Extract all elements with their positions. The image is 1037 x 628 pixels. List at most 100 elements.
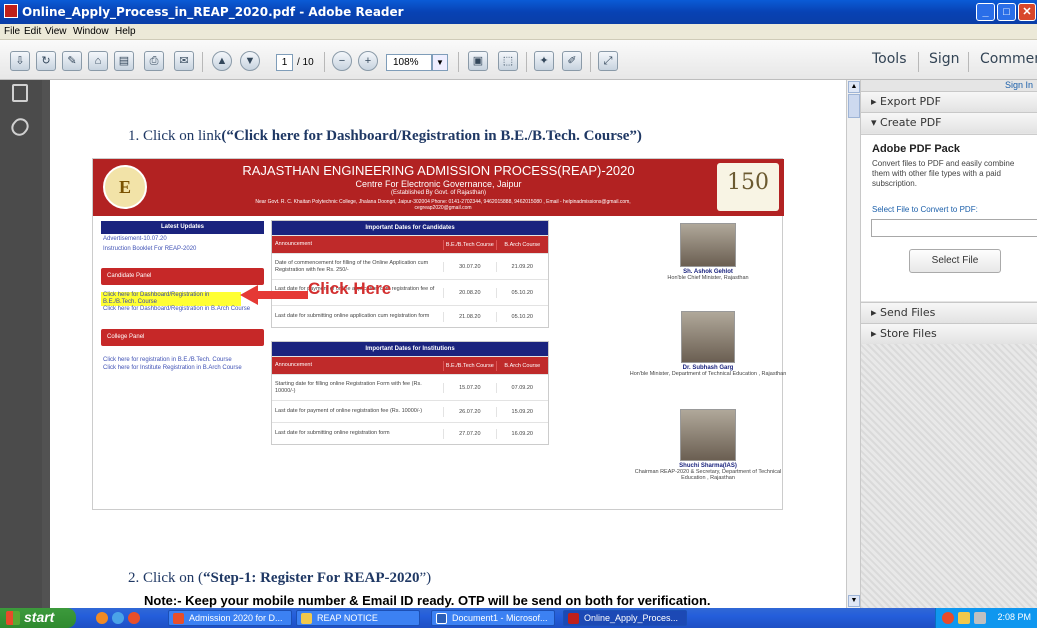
person-photo bbox=[680, 409, 736, 461]
windows-logo-icon bbox=[6, 611, 20, 625]
step-1-instruction: 1. Click on link(“Click here for Dashboa… bbox=[128, 128, 642, 145]
close-button[interactable]: ✕ bbox=[1018, 3, 1036, 21]
tools-button[interactable]: Tools bbox=[872, 51, 907, 67]
zoom-dropdown-icon[interactable]: ▼ bbox=[432, 54, 448, 71]
highlight-icon[interactable]: ✐ bbox=[562, 51, 582, 71]
scroll-down-icon[interactable]: ▼ bbox=[848, 595, 860, 607]
clock[interactable]: 2:08 PM bbox=[997, 612, 1031, 622]
share-icon[interactable]: ⌂ bbox=[88, 51, 108, 71]
maximize-button[interactable]: □ bbox=[997, 3, 1016, 21]
college-registration-link: Click here for registration in B.E./B.Te… bbox=[103, 357, 232, 363]
select-file-button[interactable]: Select File bbox=[909, 249, 1001, 273]
print-icon[interactable]: ⎙ bbox=[144, 51, 164, 71]
minimize-button[interactable]: _ bbox=[976, 3, 995, 21]
click-here-annotation: Click Here bbox=[308, 279, 392, 298]
network-icon[interactable] bbox=[958, 612, 970, 624]
table-header-row: Announcement B.E./B.Tech Course B.Arch C… bbox=[272, 356, 548, 374]
create-pdf-section[interactable]: ▾ Create PDF bbox=[861, 112, 1037, 133]
save-icon[interactable]: ▤ bbox=[114, 51, 134, 71]
toolbar-separator bbox=[458, 52, 459, 72]
file-input[interactable] bbox=[871, 219, 1037, 237]
update-link: Advertisement-10.07.20 bbox=[103, 236, 167, 242]
step-2-suffix: ”) bbox=[419, 570, 432, 586]
table-row: Last date for submitting online applicat… bbox=[272, 305, 548, 327]
menu-window[interactable]: Window bbox=[73, 26, 109, 37]
menu-help[interactable]: Help bbox=[115, 26, 136, 37]
zoom-in-icon[interactable]: + bbox=[358, 51, 378, 71]
fit-width-icon[interactable]: ⬚ bbox=[498, 51, 518, 71]
ie-icon[interactable] bbox=[112, 612, 124, 624]
chrome-icon[interactable] bbox=[128, 612, 140, 624]
document-viewport[interactable]: 1. Click on link(“Click here for Dashboa… bbox=[42, 80, 846, 608]
toolbar-separator bbox=[526, 52, 527, 72]
sign-in-link[interactable]: Sign In bbox=[1005, 80, 1033, 90]
toolbar-separator bbox=[918, 52, 919, 72]
column-header: Announcement bbox=[275, 362, 312, 368]
person-card: Shuchi Sharma(IAS) Chairman REAP-2020 & … bbox=[623, 409, 793, 481]
pdf-pack-description: Convert files to PDF and easily combine … bbox=[872, 159, 1015, 188]
zoom-level-input[interactable]: 108% bbox=[386, 54, 432, 71]
table-title: Important Dates for Candidates bbox=[272, 221, 548, 235]
store-files-section[interactable]: ▸ Store Files bbox=[861, 323, 1037, 344]
convert-icon[interactable]: ↻ bbox=[36, 51, 56, 71]
start-label: start bbox=[24, 609, 55, 625]
security-icon[interactable] bbox=[942, 612, 954, 624]
toolbar-separator bbox=[202, 52, 203, 72]
person-card: Sh. Ashok Gehlot Hon'ble Chief Minister,… bbox=[633, 223, 783, 281]
menu-edit[interactable]: Edit bbox=[24, 26, 41, 37]
start-button[interactable]: start bbox=[0, 608, 76, 628]
taskbar-item[interactable]: Admission 2020 for D... bbox=[168, 610, 292, 626]
vertical-scrollbar[interactable]: ▲ ▼ bbox=[846, 80, 860, 608]
select-file-label: Select File to Convert to PDF: bbox=[872, 205, 978, 214]
window-title: Online_Apply_Process_in_REAP_2020.pdf - … bbox=[22, 5, 404, 19]
next-page-icon[interactable]: ▼ bbox=[240, 51, 260, 71]
scroll-thumb[interactable] bbox=[848, 94, 860, 118]
edit-pdf-icon[interactable]: ✎ bbox=[62, 51, 82, 71]
reap-website-screenshot: E RAJASTHAN ENGINEERING ADMISSION PROCES… bbox=[92, 158, 786, 510]
taskbar-item[interactable]: REAP NOTICE bbox=[296, 610, 420, 626]
taskbar-item[interactable]: Document1 - Microsof... bbox=[431, 610, 555, 626]
email-icon[interactable]: ✉ bbox=[174, 51, 194, 71]
send-files-section[interactable]: ▸ Send Files bbox=[861, 302, 1037, 323]
person-photo bbox=[680, 223, 736, 267]
sign-button[interactable]: Sign bbox=[929, 51, 960, 67]
step-2-link-name: “Step-1: Register For REAP-2020 bbox=[203, 570, 420, 586]
zoom-out-icon[interactable]: − bbox=[332, 51, 352, 71]
table-header-row: Announcement B.E./B.Tech Course B.Arch C… bbox=[272, 235, 548, 253]
menu-file[interactable]: File bbox=[4, 26, 20, 37]
red-arrow-icon bbox=[240, 285, 308, 305]
menu-view[interactable]: View bbox=[45, 26, 67, 37]
candidate-registration-link-highlighted: Click here for Dashboard/Registration in… bbox=[101, 292, 241, 306]
create-pdf-icon[interactable]: ⇩ bbox=[10, 51, 30, 71]
volume-icon[interactable] bbox=[974, 612, 986, 624]
comment-button[interactable]: Comment bbox=[980, 51, 1037, 67]
page-thumbnails-icon[interactable] bbox=[12, 84, 28, 102]
person-photo bbox=[681, 311, 735, 363]
firefox-icon[interactable] bbox=[96, 612, 108, 624]
full-screen-icon[interactable]: ⤢ bbox=[598, 51, 618, 71]
table-cell: Starting date for filling online Registr… bbox=[275, 380, 422, 394]
table-cell: 15.07.20 bbox=[443, 382, 495, 393]
college-barch-link: Click here for Institute Registration in… bbox=[103, 365, 242, 371]
step-1-link-name: (“Click here for Dashboard/Registration … bbox=[221, 128, 642, 144]
taskbar-item-label: Admission 2020 for D... bbox=[189, 613, 283, 623]
candidate-barch-link: Click here for Dashboard/Registration in… bbox=[103, 306, 251, 312]
person-role: Hon'ble Minister, Department of Technica… bbox=[629, 371, 787, 377]
comment-icon[interactable]: ✦ bbox=[534, 51, 554, 71]
fit-page-icon[interactable]: ▣ bbox=[468, 51, 488, 71]
table-cell: 15.09.20 bbox=[495, 406, 548, 417]
folder-icon bbox=[301, 613, 312, 624]
step-1-prefix: 1. Click on link bbox=[128, 128, 222, 144]
step-2-instruction: 2. Click on (“Step-1: Register For REAP-… bbox=[128, 570, 431, 587]
reap-established: (Established By Govt. of Rajasthan) bbox=[390, 190, 487, 196]
latest-updates-heading: Latest Updates bbox=[101, 221, 264, 234]
scroll-up-icon[interactable]: ▲ bbox=[848, 81, 860, 93]
attachments-icon[interactable] bbox=[8, 114, 32, 140]
navigation-pane bbox=[0, 80, 42, 608]
system-tray: 2:08 PM bbox=[935, 608, 1037, 628]
previous-page-icon[interactable]: ▲ bbox=[212, 51, 232, 71]
page-number-input[interactable]: 1 bbox=[276, 54, 293, 71]
taskbar-item-active[interactable]: Online_Apply_Proces... bbox=[563, 610, 687, 626]
person-role: Chairman REAP-2020 & Secretary, Departme… bbox=[634, 469, 782, 481]
export-pdf-section[interactable]: ▸ Export PDF bbox=[861, 91, 1037, 112]
